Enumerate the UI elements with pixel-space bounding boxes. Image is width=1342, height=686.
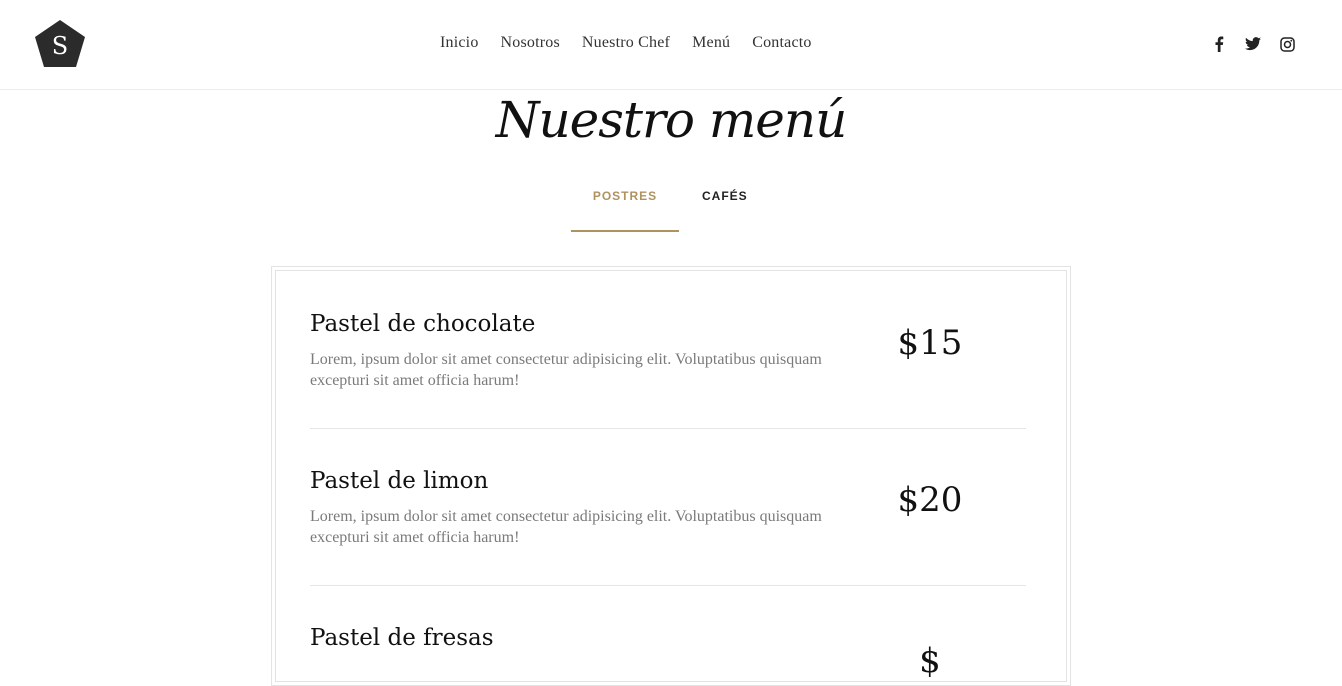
menu-item-name: Pastel de fresas [310, 625, 494, 651]
instagram-icon[interactable] [1276, 34, 1298, 54]
site-header: S Inicio Nosotros Nuestro Chef Menú Cont… [0, 0, 1342, 90]
menu-item-price: $15 [897, 323, 963, 363]
menu-tabs: POSTRES CAFÉS [571, 182, 771, 232]
menu-item: Pastel de limon Lorem, ipsum dolor sit a… [310, 468, 1026, 588]
menu-divider [310, 585, 1026, 586]
page-title: Nuestro menú [495, 91, 848, 149]
logo-letter: S [52, 32, 68, 60]
nav-item-contacto[interactable]: Contacto [752, 34, 811, 52]
facebook-icon[interactable] [1208, 34, 1230, 54]
nav-item-nosotros[interactable]: Nosotros [501, 34, 560, 52]
tab-postres[interactable]: POSTRES [571, 182, 679, 232]
nav-item-inicio[interactable]: Inicio [440, 34, 479, 52]
menu-item: Pastel de fresas $ [310, 625, 1026, 685]
menu-item-description: Lorem, ipsum dolor sit amet consectetur … [310, 508, 822, 546]
menu-card: Pastel de chocolate Lorem, ipsum dolor s… [271, 266, 1071, 686]
menu-item: Pastel de chocolate Lorem, ipsum dolor s… [310, 311, 1026, 431]
main-nav: Inicio Nosotros Nuestro Chef Menú Contac… [440, 34, 834, 52]
tab-cafes[interactable]: CAFÉS [679, 182, 771, 232]
nav-item-nuestro-chef[interactable]: Nuestro Chef [582, 34, 670, 52]
twitter-icon[interactable] [1242, 34, 1264, 54]
menu-item-name: Pastel de limon [310, 468, 489, 494]
social-links [1208, 34, 1310, 54]
menu-item-price: $20 [897, 480, 963, 520]
menu-item-description: Lorem, ipsum dolor sit amet consectetur … [310, 351, 822, 389]
pentagon-logo-icon: S [35, 20, 85, 67]
menu-divider [310, 428, 1026, 429]
logo[interactable]: S [34, 19, 86, 69]
menu-item-name: Pastel de chocolate [310, 311, 536, 337]
nav-item-menu[interactable]: Menú [692, 34, 730, 52]
menu-item-price: $ [919, 641, 941, 681]
